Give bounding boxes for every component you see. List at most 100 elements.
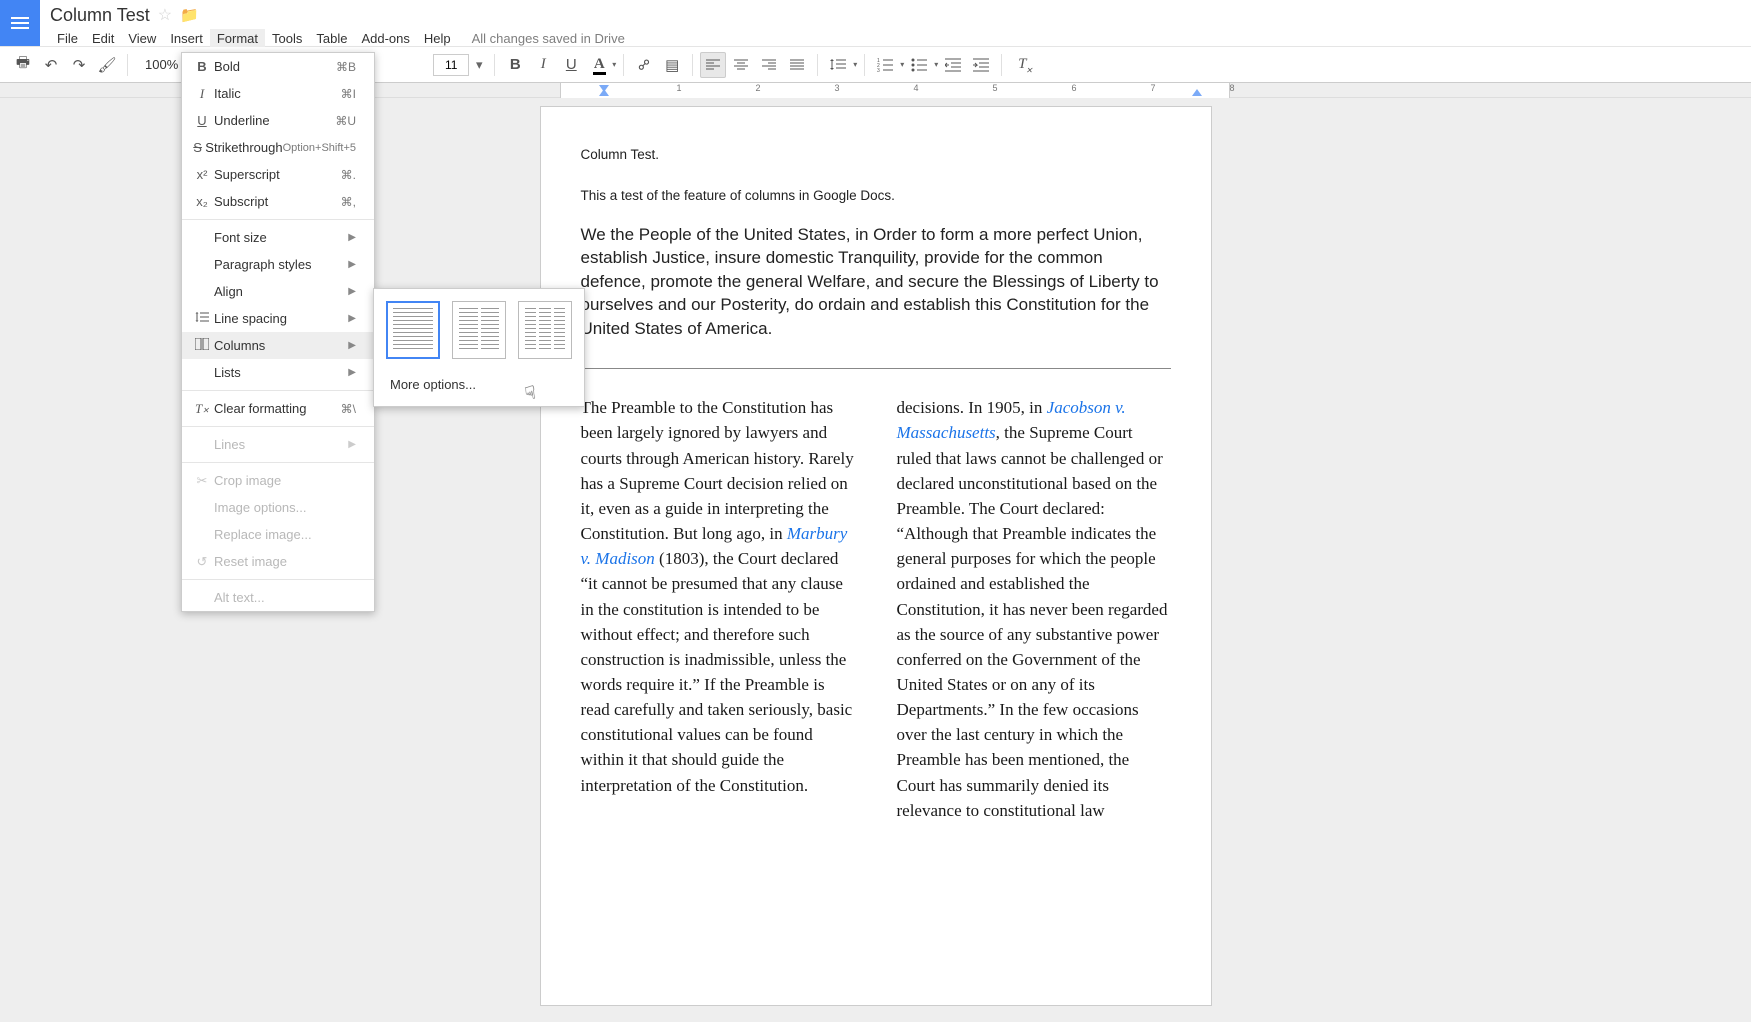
menu-tools[interactable]: Tools	[265, 29, 309, 48]
crop-icon: ✂	[190, 473, 214, 489]
decrease-indent-button[interactable]	[940, 52, 966, 78]
chevron-right-icon: ▶	[348, 232, 356, 243]
format-underline-item[interactable]: U Underline ⌘U	[182, 107, 374, 134]
format-paragraph-styles-item[interactable]: Paragraph styles ▶	[182, 251, 374, 278]
underline-button[interactable]: U	[558, 52, 584, 78]
bold-button[interactable]: B	[502, 52, 528, 78]
superscript-icon: x²	[190, 167, 214, 182]
column-option-1[interactable]	[386, 301, 440, 359]
columns-icon	[190, 338, 214, 353]
first-line-indent-marker[interactable]	[599, 85, 609, 92]
column-2[interactable]: decisions. In 1905, in Jacobson v. Massa…	[897, 395, 1171, 823]
format-crop-image-item: ✂ Crop image	[182, 467, 374, 494]
format-strikethrough-item[interactable]: S Strikethrough Option+Shift+5	[182, 134, 374, 161]
line-spacing-icon	[190, 311, 214, 326]
preamble-paragraph[interactable]: We the People of the United States, in O…	[581, 223, 1171, 340]
format-bold-item[interactable]: B Bold ⌘B	[182, 53, 374, 80]
insert-link-button[interactable]: ⚯	[631, 52, 657, 78]
underline-icon: U	[190, 113, 214, 128]
font-size-dropdown[interactable]: ▾	[471, 54, 487, 76]
column-option-3[interactable]	[518, 301, 572, 359]
increase-indent-button[interactable]	[968, 52, 994, 78]
star-icon[interactable]: ☆	[158, 5, 172, 25]
format-lists-item[interactable]: Lists ▶	[182, 359, 374, 386]
format-align-item[interactable]: Align ▶	[182, 278, 374, 305]
docs-home-button[interactable]	[0, 0, 40, 46]
align-right-button[interactable]	[756, 52, 782, 78]
format-line-spacing-item[interactable]: Line spacing ▶	[182, 305, 374, 332]
menu-help[interactable]: Help	[417, 29, 458, 48]
italic-icon: I	[190, 86, 214, 102]
paint-format-button[interactable]: 🖌	[94, 52, 120, 78]
chevron-down-icon[interactable]: ▾	[934, 60, 938, 69]
align-center-button[interactable]	[728, 52, 754, 78]
ruler[interactable]: 1 2 3 4 5 6 7 8	[560, 83, 1230, 98]
redo-button[interactable]: ↷	[66, 52, 92, 78]
clear-format-icon: T✕	[190, 401, 214, 417]
menu-edit[interactable]: Edit	[85, 29, 121, 48]
chevron-right-icon: ▶	[348, 286, 356, 297]
format-italic-item[interactable]: I Italic ⌘I	[182, 80, 374, 107]
align-justify-button[interactable]	[784, 52, 810, 78]
columns-more-options[interactable]: More options...	[386, 371, 572, 398]
menu-view[interactable]: View	[121, 29, 163, 48]
document-page[interactable]: Column Test. This a test of the feature …	[540, 106, 1212, 1006]
title-area: Column Test ☆ 📁 File Edit View Insert Fo…	[40, 0, 1751, 46]
column-option-2[interactable]	[452, 301, 506, 359]
chevron-down-icon[interactable]: ▾	[900, 60, 904, 69]
numbered-list-button[interactable]: 123	[872, 52, 898, 78]
chevron-right-icon: ▶	[348, 367, 356, 378]
italic-button[interactable]: I	[530, 52, 556, 78]
format-lines-item: Lines ▶	[182, 431, 374, 458]
clear-formatting-button[interactable]: T✕	[1009, 52, 1035, 78]
hamburger-icon	[11, 22, 29, 24]
menu-format[interactable]: Format	[210, 29, 265, 48]
document-columns: The Preamble to the Constitution has bee…	[581, 395, 1171, 823]
undo-button[interactable]: ↶	[38, 52, 64, 78]
format-superscript-item[interactable]: x² Superscript ⌘.	[182, 161, 374, 188]
subscript-icon: x₂	[190, 194, 214, 209]
print-button[interactable]: 🖶	[10, 52, 36, 78]
document-heading[interactable]: Column Test.	[581, 147, 1171, 162]
strikethrough-icon: S	[190, 140, 205, 155]
line-spacing-button[interactable]	[825, 52, 851, 78]
format-subscript-item[interactable]: x₂ Subscript ⌘,	[182, 188, 374, 215]
format-font-size-item[interactable]: Font size ▶	[182, 224, 374, 251]
folder-icon[interactable]: 📁	[180, 6, 199, 24]
format-alt-text-item: Alt text...	[182, 584, 374, 611]
document-title[interactable]: Column Test	[50, 5, 150, 26]
menubar: File Edit View Insert Format Tools Table…	[50, 28, 1751, 48]
menu-addons[interactable]: Add-ons	[354, 29, 416, 48]
menu-table[interactable]: Table	[309, 29, 354, 48]
svg-text:3: 3	[877, 68, 880, 72]
document-intro[interactable]: This a test of the feature of columns in…	[581, 188, 1171, 203]
bold-icon: B	[190, 59, 214, 74]
format-reset-image-item: ↺ Reset image	[182, 548, 374, 575]
chevron-down-icon[interactable]: ▾	[612, 60, 616, 69]
chevron-right-icon: ▶	[348, 340, 356, 351]
app-header: Column Test ☆ 📁 File Edit View Insert Fo…	[0, 0, 1751, 47]
bulleted-list-button[interactable]	[906, 52, 932, 78]
column-layout-options	[386, 301, 572, 359]
format-dropdown-menu: B Bold ⌘B I Italic ⌘I U Underline ⌘U S S…	[181, 52, 375, 612]
menu-file[interactable]: File	[50, 29, 85, 48]
insert-comment-button[interactable]: ▤	[659, 52, 685, 78]
columns-submenu: More options...	[373, 288, 585, 407]
reset-icon: ↺	[190, 554, 214, 570]
chevron-right-icon: ▶	[348, 439, 356, 450]
column-1[interactable]: The Preamble to the Constitution has bee…	[581, 395, 855, 823]
text-color-button[interactable]: A	[586, 52, 612, 78]
font-size-input[interactable]	[433, 54, 469, 76]
horizontal-rule	[581, 368, 1171, 369]
right-indent-marker[interactable]	[1192, 89, 1202, 96]
chevron-right-icon: ▶	[348, 313, 356, 324]
format-clear-formatting-item[interactable]: T✕ Clear formatting ⌘\	[182, 395, 374, 422]
format-replace-image-item: Replace image...	[182, 521, 374, 548]
chevron-right-icon: ▶	[348, 259, 356, 270]
save-status: All changes saved in Drive	[472, 31, 625, 46]
align-left-button[interactable]	[700, 52, 726, 78]
menu-insert[interactable]: Insert	[163, 29, 210, 48]
chevron-down-icon[interactable]: ▾	[853, 60, 857, 69]
format-columns-item[interactable]: Columns ▶	[182, 332, 374, 359]
format-image-options-item: Image options...	[182, 494, 374, 521]
